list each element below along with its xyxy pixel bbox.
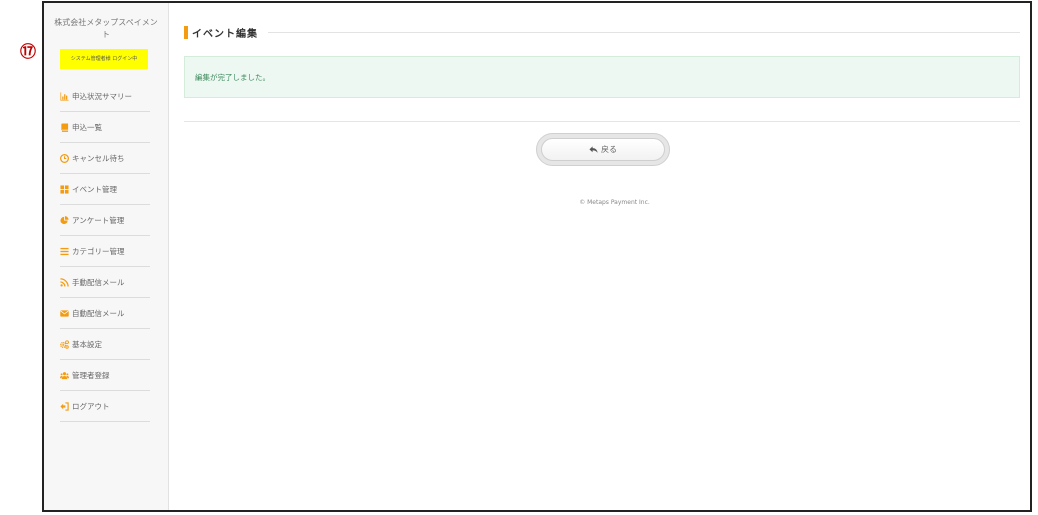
- sidebar-item-manual-mail[interactable]: 手動配信メール: [60, 267, 150, 298]
- sidebar-item-label: 管理者登録: [72, 370, 110, 380]
- sidebar-item-label: アンケート管理: [72, 215, 125, 225]
- sidebar-item-label: ログアウト: [72, 401, 110, 411]
- content-divider: [184, 121, 1020, 122]
- clock-icon: [60, 153, 69, 163]
- sidebar-item-surveys[interactable]: アンケート管理: [60, 205, 150, 236]
- page-title: イベント編集: [192, 28, 258, 40]
- pie-chart-icon: [60, 215, 69, 225]
- main-content: イベント編集 編集が完了しました。 戻る © Metaps Payment In…: [169, 3, 1030, 510]
- grid-icon: [60, 184, 69, 194]
- users-icon: [60, 371, 69, 380]
- sidebar-item-logout[interactable]: ログアウト: [60, 391, 150, 422]
- back-button[interactable]: 戻る: [536, 133, 670, 166]
- sidebar-item-categories[interactable]: カテゴリー管理: [60, 236, 150, 267]
- sidebar-nav: 申込状況サマリー 申込一覧 キャンセル待ち イベント管理 アンケート管理 カテゴ…: [44, 81, 168, 422]
- sidebar-item-auto-mail[interactable]: 自動配信メール: [60, 298, 150, 329]
- sidebar-item-label: 基本設定: [72, 339, 102, 349]
- sidebar-item-summary[interactable]: 申込状況サマリー: [60, 81, 150, 112]
- sign-out-icon: [60, 401, 69, 411]
- copyright-text: © Metaps Payment Inc.: [579, 199, 650, 206]
- sidebar-item-settings[interactable]: 基本設定: [60, 329, 150, 360]
- sidebar-item-label: 手動配信メール: [72, 277, 125, 287]
- reply-arrow-icon: [589, 145, 598, 154]
- success-alert: 編集が完了しました。: [184, 56, 1020, 98]
- heading-accent-bar: [184, 25, 188, 39]
- sidebar-item-label: 申込状況サマリー: [72, 91, 132, 101]
- page-heading: イベント編集: [184, 25, 1020, 40]
- gears-icon: [60, 339, 69, 349]
- sidebar-item-events[interactable]: イベント管理: [60, 174, 150, 205]
- app-window: 株式会社メタップスペイメント システム管理者様 ログイン中 申込状況サマリー 申…: [42, 1, 1032, 512]
- company-name: 株式会社メタップスペイメント: [54, 18, 158, 39]
- login-status-badge: システム管理者様 ログイン中: [60, 49, 148, 69]
- bar-chart-icon: [60, 91, 69, 101]
- back-button-face[interactable]: 戻る: [541, 138, 665, 161]
- sidebar-item-label: 自動配信メール: [72, 308, 125, 318]
- list-icon: [60, 247, 69, 256]
- sidebar-item-label: キャンセル待ち: [72, 153, 125, 163]
- sidebar-item-label: カテゴリー管理: [72, 246, 125, 256]
- annotation-number: ⑰: [20, 42, 37, 61]
- book-icon: [60, 122, 69, 132]
- heading-divider: [268, 31, 1020, 33]
- sidebar-item-waitlist[interactable]: キャンセル待ち: [60, 143, 150, 174]
- sidebar-item-admins[interactable]: 管理者登録: [60, 360, 150, 391]
- envelope-icon: [60, 309, 69, 318]
- sidebar-item-label: イベント管理: [72, 184, 117, 194]
- sidebar-item-label: 申込一覧: [72, 122, 102, 132]
- back-button-label: 戻る: [601, 145, 617, 154]
- sidebar: 株式会社メタップスペイメント システム管理者様 ログイン中 申込状況サマリー 申…: [44, 3, 169, 510]
- rss-icon: [60, 277, 69, 287]
- sidebar-item-applications[interactable]: 申込一覧: [60, 112, 150, 143]
